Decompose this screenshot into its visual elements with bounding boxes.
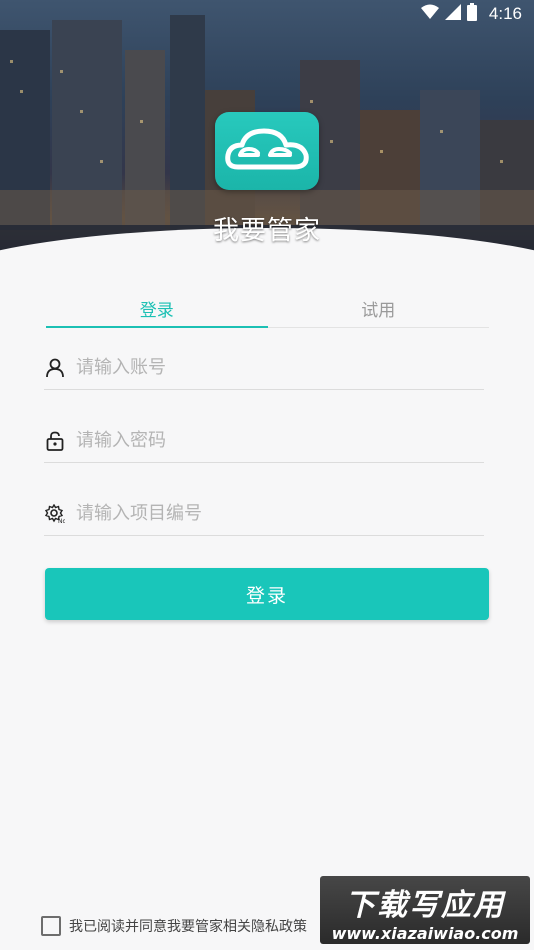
watermark-title: 下载写应用 xyxy=(345,888,505,923)
status-bar: 4:16 xyxy=(0,0,534,28)
tab-trial[interactable]: 试用 xyxy=(268,290,490,327)
lock-icon xyxy=(44,430,66,452)
app-name: 我要管家 xyxy=(212,216,321,246)
password-input[interactable] xyxy=(76,430,456,451)
status-time: 4:16 xyxy=(488,4,522,23)
agreement-checkbox[interactable] xyxy=(41,916,61,936)
user-icon xyxy=(44,357,66,379)
project-field: No xyxy=(44,492,484,536)
battery-icon xyxy=(466,3,477,25)
watermark-site: www.xiazaiwiao.com xyxy=(331,924,519,943)
app-logo xyxy=(215,112,319,190)
login-button[interactable]: 登录 xyxy=(45,568,489,620)
agreement-label[interactable]: 我已阅读并同意我要管家相关隐私政策 xyxy=(69,916,307,936)
watermark-logo: 下载写应用 www.xiazaiwiao.com xyxy=(320,876,530,944)
tab-login[interactable]: 登录 xyxy=(46,290,268,328)
account-input[interactable] xyxy=(76,357,456,378)
cloud-logo-icon xyxy=(225,128,309,170)
tab-bar: 登录 试用 xyxy=(46,290,489,328)
signal-icon xyxy=(444,4,461,24)
agreement-row: 我已阅读并同意我要管家相关隐私政策 xyxy=(41,916,307,936)
svg-text:No: No xyxy=(58,518,65,524)
account-field xyxy=(44,346,484,390)
project-number-input[interactable] xyxy=(76,503,456,524)
gear-icon: No xyxy=(44,503,66,525)
password-field xyxy=(44,419,484,463)
wifi-icon xyxy=(420,4,439,24)
